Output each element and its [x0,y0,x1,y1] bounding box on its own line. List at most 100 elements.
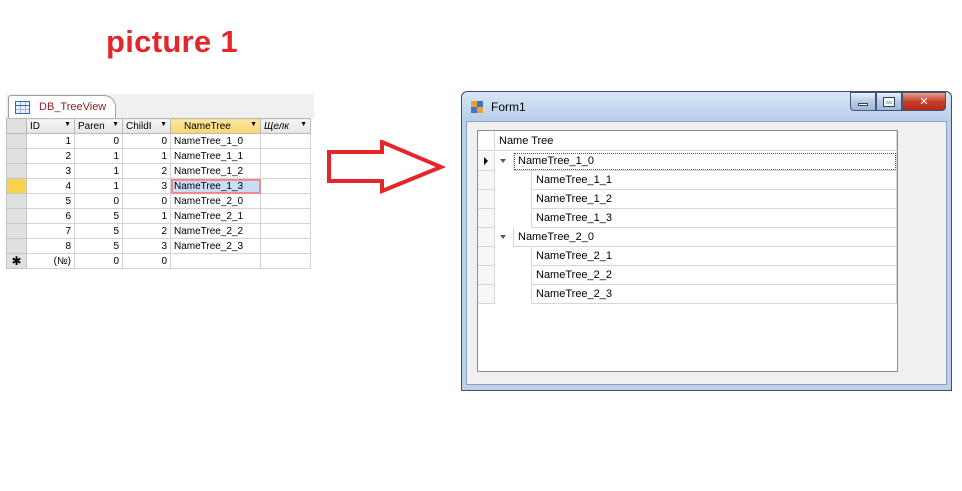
row-header[interactable] [478,247,495,266]
row-header[interactable] [478,171,495,190]
maximize-button[interactable] [876,92,902,111]
cell-id[interactable]: 2 [26,148,75,164]
row-header[interactable] [478,228,495,247]
cell-empty[interactable] [260,238,311,254]
cell-child[interactable]: 1 [122,208,171,224]
cell-id[interactable]: 6 [26,208,75,224]
cell-nametree[interactable]: NameTree_2_0 [170,193,261,209]
cell-parent[interactable]: 0 [74,133,123,149]
chevron-down-icon[interactable]: ▼ [250,121,257,128]
cell-id[interactable]: 5 [26,193,75,209]
column-header-name-tree[interactable]: Name Tree [495,131,897,150]
chevron-down-icon[interactable]: ▼ [64,121,71,128]
cell-parent[interactable]: 1 [74,178,123,194]
cell-empty[interactable] [260,208,311,224]
record-selector[interactable] [6,148,27,164]
column-header-add-field[interactable]: Щелк ▼ [260,118,311,134]
cell-empty[interactable] [260,133,311,149]
table-row[interactable]: 6 5 1 NameTree_2_1 [6,208,311,224]
cell-parent[interactable]: 0 [74,193,123,209]
tree-node-cell[interactable]: NameTree_2_0 [513,228,897,247]
tree-row[interactable]: NameTree_1_1 [478,171,897,190]
cell-child[interactable]: 2 [122,163,171,179]
cell-parent[interactable]: 5 [74,208,123,224]
tree-row[interactable]: NameTree_2_2 [478,266,897,285]
title-bar[interactable]: Form1 ✕ [462,92,951,120]
cell-parent[interactable]: 5 [74,238,123,254]
cell-nametree[interactable]: NameTree_2_2 [170,223,261,239]
column-header-child[interactable]: ChildI ▼ [122,118,171,134]
tab-db-treeview[interactable]: DB_TreeView [8,95,116,118]
cell-child[interactable]: 0 [122,133,171,149]
cell-nametree[interactable] [170,253,261,269]
record-selector[interactable] [6,208,27,224]
cell-nametree[interactable]: NameTree_2_1 [170,208,261,224]
cell-id[interactable]: (№) [26,253,75,269]
close-button[interactable]: ✕ [902,92,946,111]
tree-node-cell[interactable]: NameTree_2_3 [531,285,897,304]
tree-grid-view[interactable]: Name Tree NameTree_1_0 NameTree_1_1 NameTr… [477,130,898,372]
tree-row[interactable]: NameTree_2_0 [478,228,897,247]
cell-id[interactable]: 1 [26,133,75,149]
record-selector[interactable] [6,133,27,149]
chevron-down-icon[interactable]: ▼ [112,121,119,128]
chevron-down-icon[interactable]: ▼ [160,121,167,128]
cell-empty[interactable] [260,178,311,194]
cell-child[interactable]: 0 [122,193,171,209]
cell-nametree[interactable]: NameTree_2_3 [170,238,261,254]
column-header-nametree[interactable]: NameTree ▼ [170,118,261,134]
tree-node-cell[interactable]: NameTree_1_1 [531,171,897,190]
chevron-down-icon[interactable]: ▼ [300,121,307,128]
table-row[interactable]: 5 0 0 NameTree_2_0 [6,193,311,209]
tree-row[interactable]: NameTree_2_1 [478,247,897,266]
record-selector[interactable] [6,223,27,239]
cell-id[interactable]: 8 [26,238,75,254]
row-header[interactable] [478,285,495,304]
tree-node-cell[interactable]: NameTree_1_3 [531,209,897,228]
cell-id[interactable]: 7 [26,223,75,239]
row-header[interactable] [478,266,495,285]
expand-collapse-icon[interactable] [500,159,506,163]
cell-id[interactable]: 4 [26,178,75,194]
table-row[interactable]: 8 5 3 NameTree_2_3 [6,238,311,254]
column-header-parent[interactable]: Paren ▼ [74,118,123,134]
tree-node-cell[interactable]: NameTree_2_2 [531,266,897,285]
tree-node-cell[interactable]: NameTree_1_2 [531,190,897,209]
cell-id[interactable]: 3 [26,163,75,179]
cell-empty[interactable] [260,193,311,209]
cell-child[interactable]: 1 [122,148,171,164]
tree-row[interactable]: NameTree_1_3 [478,209,897,228]
cell-empty[interactable] [260,163,311,179]
new-record-row[interactable]: ✱ (№) 0 0 [6,253,311,269]
table-row[interactable]: 1 0 0 NameTree_1_0 [6,133,311,149]
cell-parent[interactable]: 1 [74,148,123,164]
cell-nametree[interactable]: NameTree_1_0 [170,133,261,149]
cell-child[interactable]: 0 [122,253,171,269]
cell-child[interactable]: 2 [122,223,171,239]
table-row[interactable]: 3 1 2 NameTree_1_2 [6,163,311,179]
record-selector[interactable] [6,163,27,179]
record-selector[interactable] [6,238,27,254]
cell-parent[interactable]: 0 [74,253,123,269]
cell-nametree[interactable]: NameTree_1_1 [170,148,261,164]
record-selector[interactable] [6,178,27,194]
cell-child[interactable]: 3 [122,178,171,194]
tree-row[interactable]: NameTree_1_0 [478,152,897,171]
cell-empty[interactable] [260,223,311,239]
column-header-id[interactable]: ID ▼ [26,118,75,134]
table-row[interactable]: 2 1 1 NameTree_1_1 [6,148,311,164]
row-header[interactable] [478,190,495,209]
row-header[interactable] [478,209,495,228]
record-selector[interactable] [6,193,27,209]
table-row[interactable]: 4 1 3 NameTree_1_3 [6,178,311,194]
cell-empty[interactable] [260,148,311,164]
expand-collapse-icon[interactable] [500,235,506,239]
new-record-icon[interactable]: ✱ [6,253,27,269]
tree-node-cell[interactable]: NameTree_1_0 [513,152,897,171]
select-all-corner[interactable] [6,118,27,134]
cell-parent[interactable]: 1 [74,163,123,179]
cell-child[interactable]: 3 [122,238,171,254]
cell-nametree[interactable]: NameTree_1_2 [170,163,261,179]
tree-row[interactable]: NameTree_2_3 [478,285,897,304]
row-header-corner[interactable] [478,131,495,150]
